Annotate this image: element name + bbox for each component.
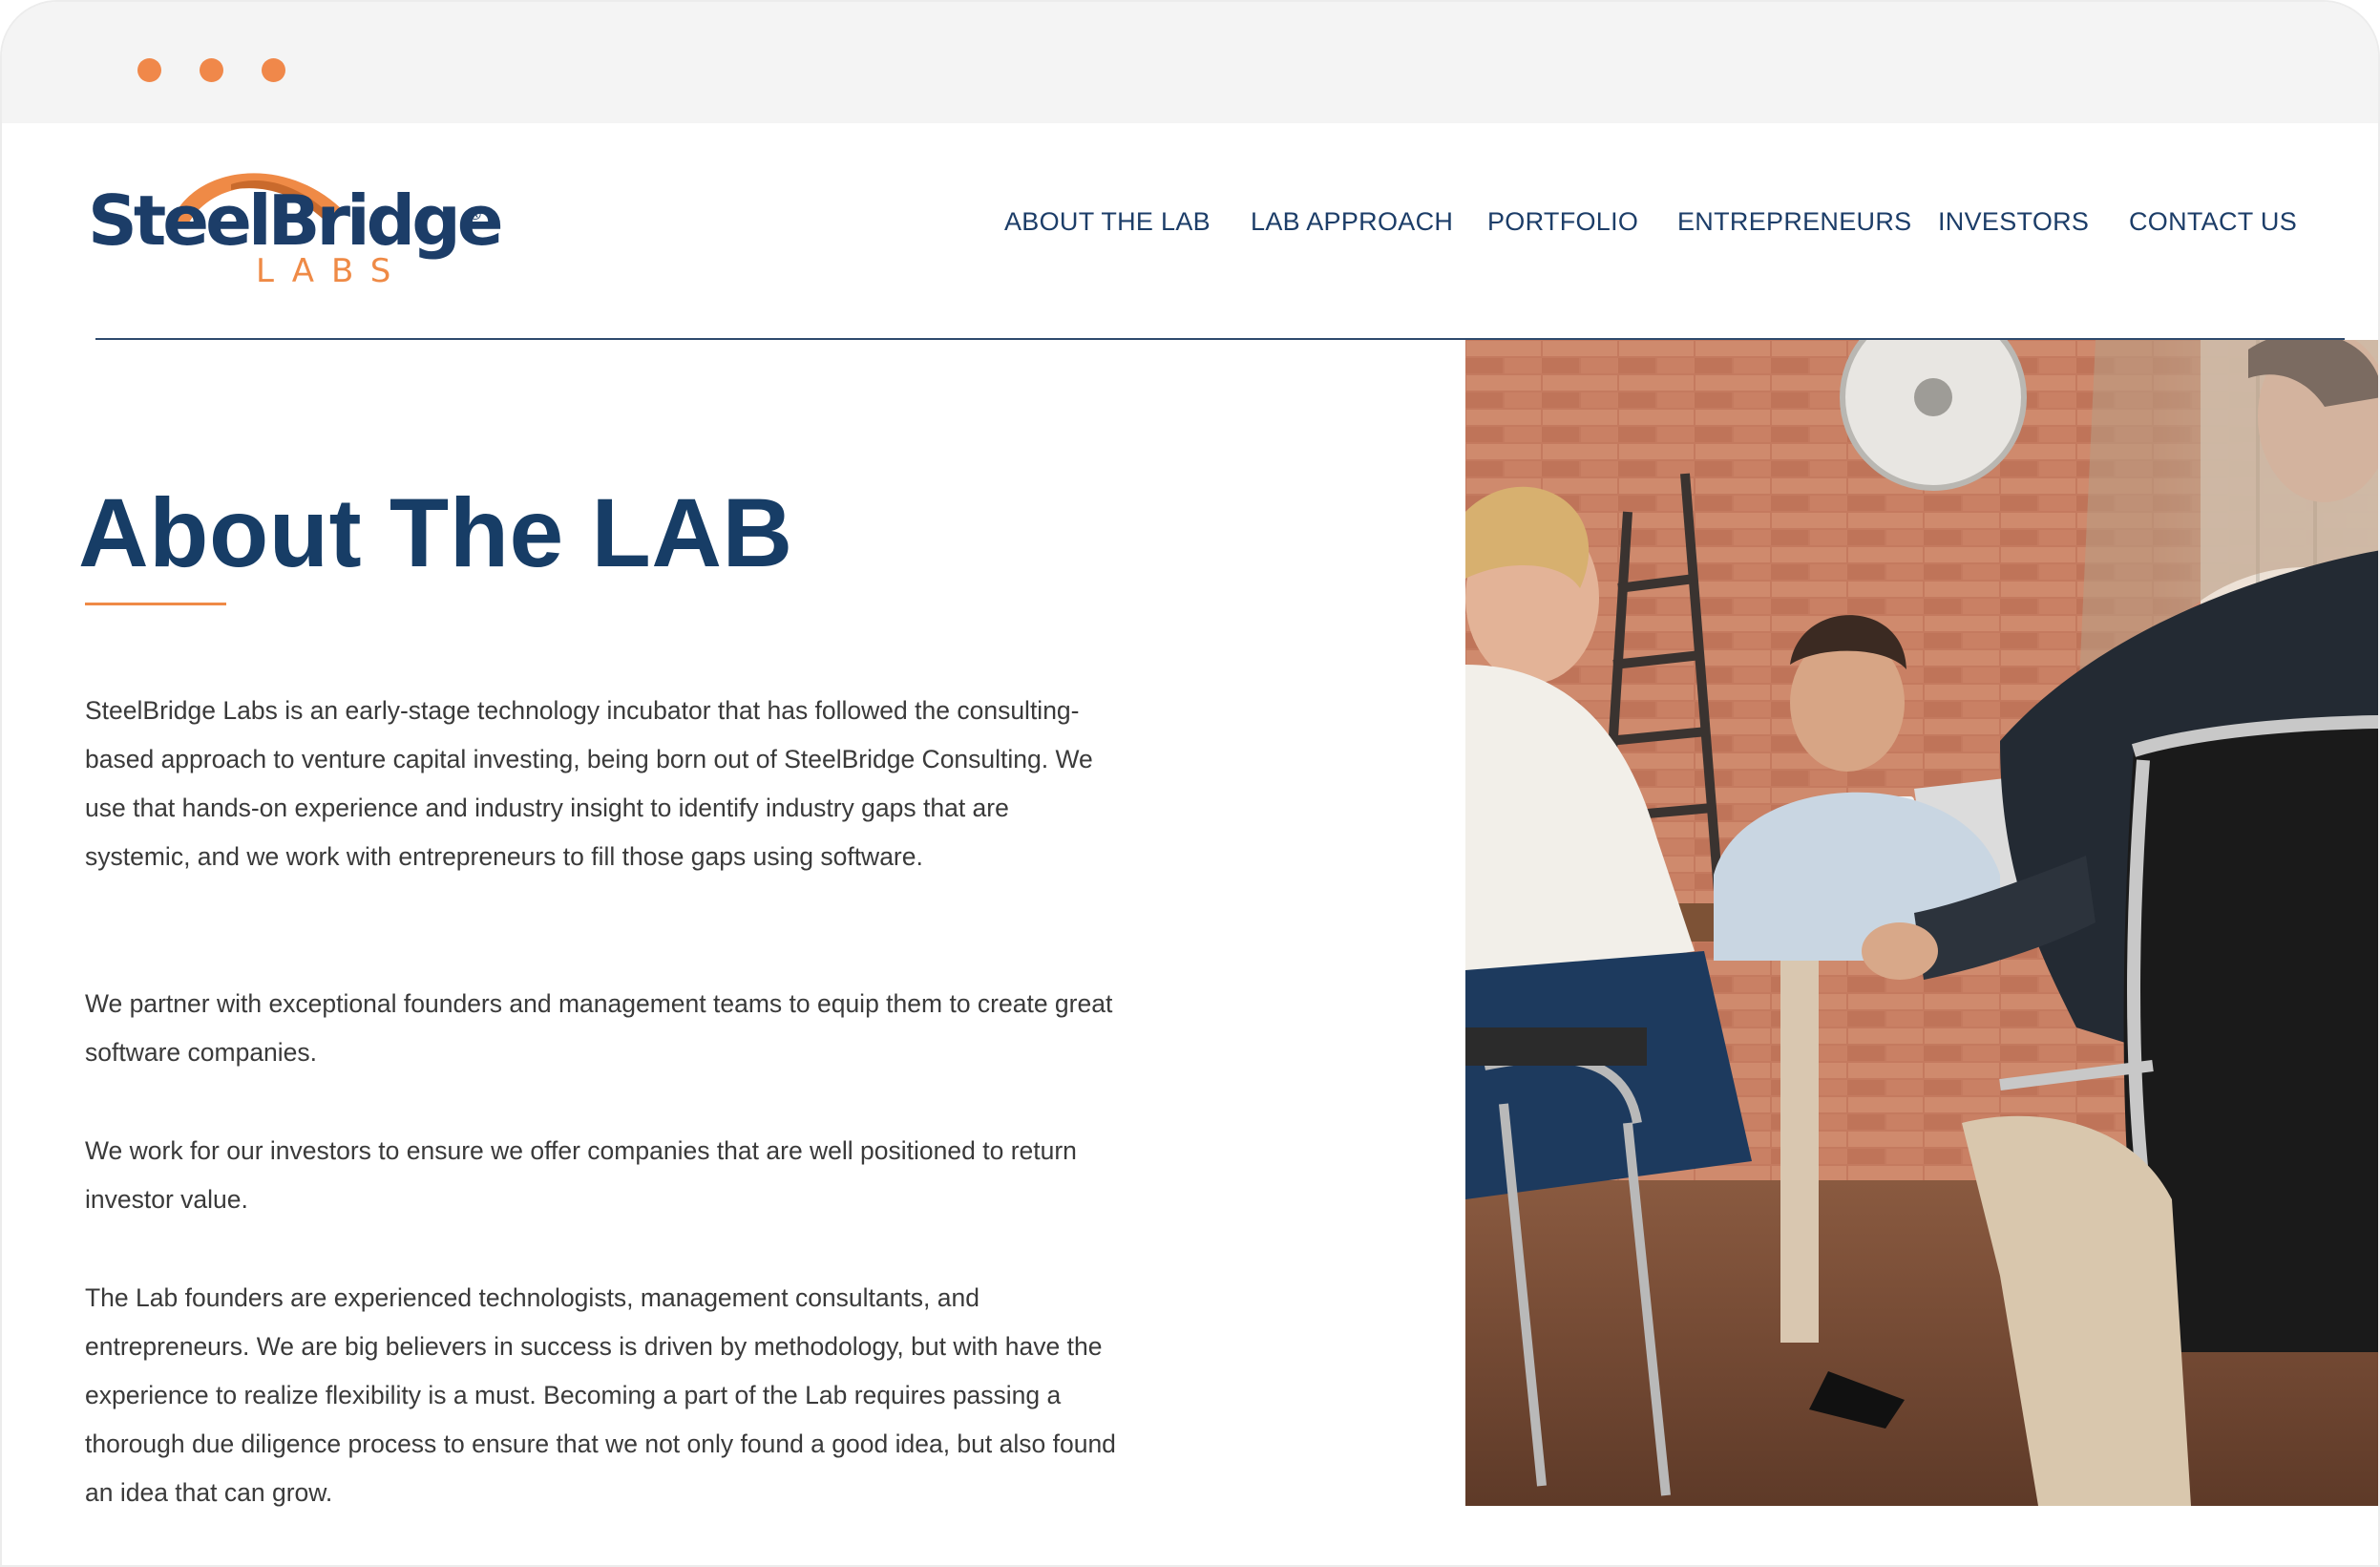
window-chrome bbox=[2, 2, 2378, 123]
browser-window: SteelBridge ® LABS ABOUT THE LAB LAB APP… bbox=[0, 0, 2380, 1567]
title-underline bbox=[85, 603, 226, 605]
about-paragraph-2: We partner with exceptional founders and… bbox=[85, 989, 1113, 1067]
team-meeting-photo bbox=[1465, 340, 2378, 1506]
maximize-dot-icon[interactable] bbox=[262, 58, 285, 82]
nav-item-contact-us[interactable]: CONTACT US bbox=[2129, 207, 2297, 237]
steelbridge-logo[interactable]: SteelBridge ® LABS bbox=[88, 158, 504, 291]
minimize-dot-icon[interactable] bbox=[200, 58, 223, 82]
nav-item-lab-approach[interactable]: LAB APPROACH bbox=[1251, 207, 1453, 237]
close-dot-icon[interactable] bbox=[137, 58, 161, 82]
registered-mark: ® bbox=[470, 207, 481, 223]
logo-sub: LABS bbox=[256, 252, 409, 290]
about-paragraph-1: SteelBridge Labs is an early-stage techn… bbox=[85, 696, 1093, 871]
page-title: About The LAB bbox=[78, 478, 793, 587]
meeting-illustration bbox=[1465, 340, 2378, 1506]
logo-wordmark: SteelBridge bbox=[88, 180, 504, 261]
nav-item-investors[interactable]: INVESTORS bbox=[1938, 207, 2089, 237]
nav-item-entrepreneurs[interactable]: ENTREPRENEURS bbox=[1677, 207, 1911, 237]
nav-item-portfolio[interactable]: PORTFOLIO bbox=[1487, 207, 1638, 237]
about-paragraph-3: We work for our investors to ensure we o… bbox=[85, 1136, 1077, 1214]
nav-item-about-the-lab[interactable]: ABOUT THE LAB bbox=[1004, 207, 1211, 237]
about-paragraph-4: The Lab founders are experienced technol… bbox=[85, 1283, 1116, 1507]
